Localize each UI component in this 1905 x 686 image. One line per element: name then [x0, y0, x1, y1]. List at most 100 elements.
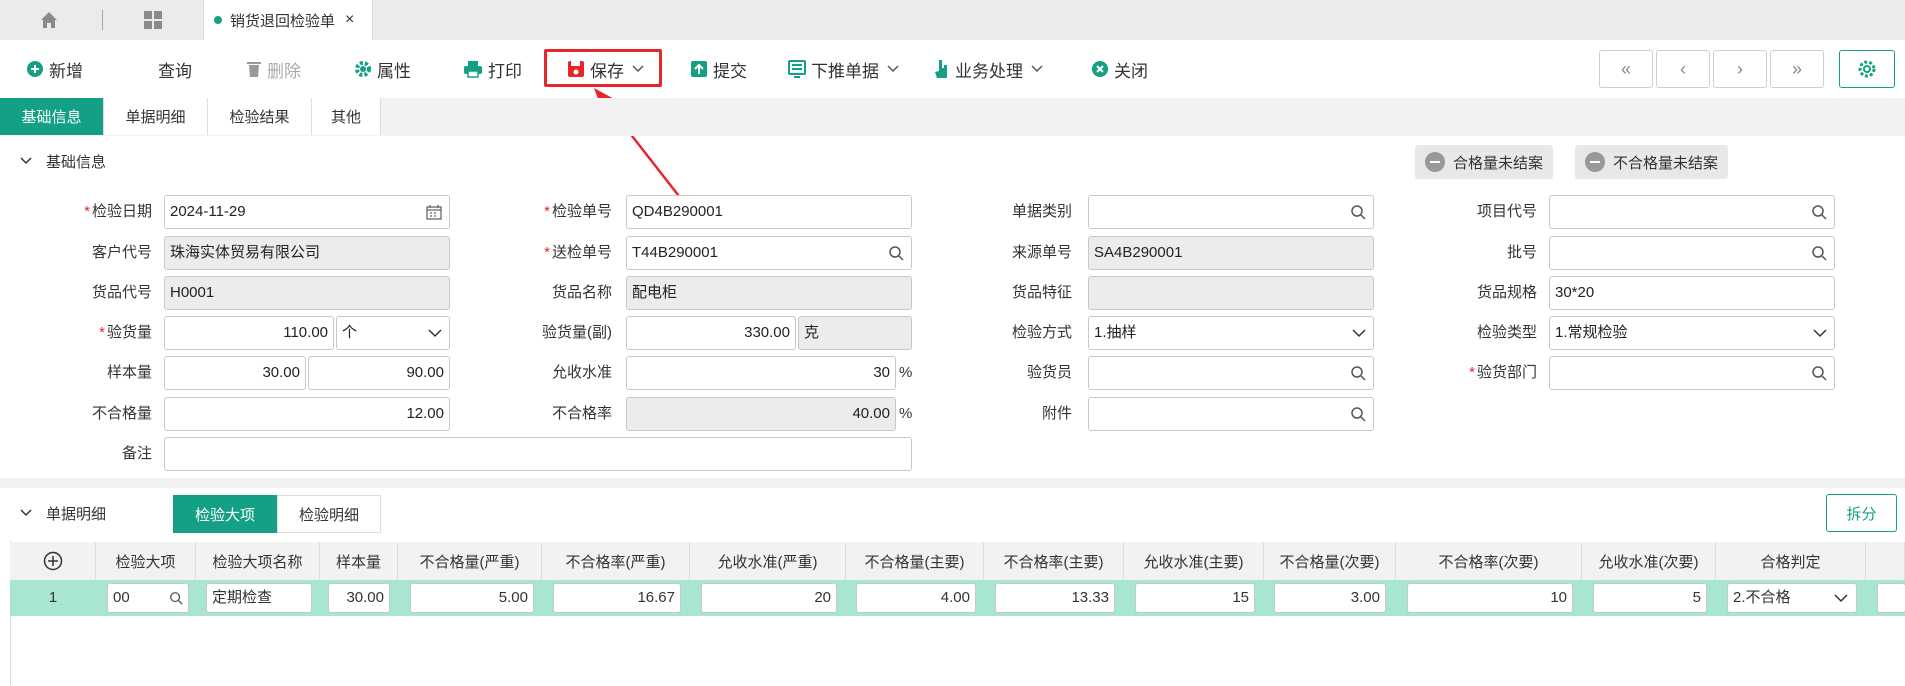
send-no-field[interactable]: T44B290001 — [626, 236, 912, 270]
goods-spec-field[interactable]: 30*20 — [1549, 276, 1835, 310]
goods-code-field: H0001 — [164, 276, 450, 310]
settings-button[interactable] — [1839, 50, 1895, 88]
column-header[interactable]: 允收水准(严重) — [690, 542, 846, 580]
submit-button[interactable]: 提交 — [690, 54, 747, 84]
goods-code-label: 货品代号 — [91, 284, 152, 301]
query-label: 查询 — [158, 61, 192, 81]
gear-icon — [355, 61, 371, 77]
column-header[interactable]: 不合格量(主要) — [846, 542, 984, 580]
qty-unit-select[interactable]: 个 — [336, 316, 450, 350]
column-header[interactable]: 不合格量(次要) — [1264, 542, 1396, 580]
first-page-button[interactable]: « — [1599, 50, 1653, 88]
column-header[interactable]: 允收水准(次要) — [1582, 542, 1716, 580]
tab-document-detail[interactable]: 单据明细 — [104, 98, 208, 135]
save-button[interactable]: 保存 — [567, 54, 649, 84]
method-select[interactable]: 1.抽样 — [1088, 316, 1374, 350]
close-circle-icon — [1092, 61, 1108, 77]
fail-rate-minor-cell[interactable]: 10 — [1407, 583, 1573, 613]
prev-page-icon: ‹ — [1680, 58, 1686, 79]
close-button[interactable]: 关闭 — [1091, 54, 1148, 84]
fail-rate-major-cell[interactable]: 13.33 — [995, 583, 1115, 613]
tab-basic-info[interactable]: 基础信息 — [0, 98, 104, 135]
delete-button[interactable]: 删除 — [246, 54, 301, 84]
qty-sub-field[interactable]: 330.00 — [626, 316, 796, 350]
properties-button[interactable]: 属性 — [354, 54, 411, 84]
goods-feature-label: 货品特征 — [1011, 284, 1072, 301]
aql-severe-cell[interactable]: 20 — [701, 583, 837, 613]
add-row-header[interactable] — [10, 542, 96, 580]
apps-grid-icon[interactable] — [142, 9, 164, 31]
batch-field[interactable] — [1549, 236, 1835, 270]
major-name-cell[interactable]: 定期检查 — [206, 583, 312, 613]
qty-field[interactable]: 110.00 — [164, 316, 334, 350]
calendar-icon — [426, 205, 442, 220]
inspector-field[interactable] — [1088, 356, 1374, 390]
qty-sub-label: 验货量(副) — [542, 324, 612, 341]
column-header[interactable]: 检验大项 — [96, 542, 196, 580]
tab-inspect-major[interactable]: 检验大项 — [173, 495, 277, 533]
sample-label: 样本量 — [106, 364, 152, 381]
chevron-down-icon — [632, 65, 644, 73]
inspect-no-field[interactable]: QD4B290001 — [626, 195, 912, 229]
dept-field[interactable] — [1549, 356, 1835, 390]
inspect-date-field[interactable]: 2024-11-29 — [164, 195, 450, 229]
search-icon — [1812, 246, 1827, 261]
tab-inspect-detail[interactable]: 检验明细 — [277, 495, 381, 533]
tab-other[interactable]: 其他 — [312, 98, 381, 135]
fail-open-label: 不合格量未结案 — [1613, 154, 1719, 172]
tab-inspection-result[interactable]: 检验结果 — [208, 98, 312, 135]
sample-field-2[interactable]: 90.00 — [308, 356, 450, 390]
project-field[interactable] — [1549, 195, 1835, 229]
column-header[interactable]: 允收水准(主要) — [1124, 542, 1264, 580]
prev-page-button[interactable]: ‹ — [1656, 50, 1710, 88]
document-tab[interactable]: 销货退回检验单 × — [203, 0, 373, 40]
batch-label: 批号 — [1506, 244, 1537, 261]
doc-type-field[interactable] — [1088, 195, 1374, 229]
column-header[interactable]: 不合格率(次要) — [1396, 542, 1582, 580]
submit-arrow-icon — [691, 61, 707, 77]
properties-label: 属性 — [377, 61, 411, 81]
print-button[interactable]: 打印 — [463, 54, 522, 84]
inspector-label: 验货员 — [1026, 364, 1072, 381]
split-button[interactable]: 拆分 — [1826, 494, 1897, 532]
extra-cell[interactable] — [1877, 583, 1905, 613]
column-header[interactable]: 不合格量(严重) — [398, 542, 542, 580]
fail-qty-severe-cell[interactable]: 5.00 — [410, 583, 534, 613]
last-page-icon: » — [1791, 58, 1802, 79]
fail-rate-severe-cell[interactable]: 16.67 — [553, 583, 681, 613]
column-header[interactable]: 样本量 — [320, 542, 398, 580]
divider — [102, 10, 103, 30]
type-select[interactable]: 1.常规检验 — [1549, 316, 1835, 350]
business-button[interactable]: 业务处理 — [934, 54, 1048, 84]
aql-label: 允收水准 — [551, 364, 612, 381]
search-icon — [889, 246, 904, 261]
sample-field-1[interactable]: 30.00 — [164, 356, 306, 390]
push-down-button[interactable]: 下推单据 — [788, 54, 904, 84]
column-header[interactable]: 合格判定 — [1716, 542, 1866, 580]
query-button[interactable]: 查询 — [158, 54, 192, 84]
fail-qty-major-cell[interactable]: 4.00 — [856, 583, 976, 613]
fail-qty-field[interactable]: 12.00 — [164, 397, 450, 431]
aql-major-cell[interactable]: 15 — [1135, 583, 1255, 613]
aql-minor-cell[interactable]: 5 — [1593, 583, 1707, 613]
attach-field[interactable] — [1088, 397, 1374, 431]
remark-field[interactable] — [164, 437, 912, 471]
fail-qty-minor-cell[interactable]: 3.00 — [1274, 583, 1386, 613]
column-header[interactable]: 检验大项名称 — [196, 542, 320, 580]
next-page-icon: › — [1737, 58, 1743, 79]
detail-title: 单据明细 — [46, 505, 107, 523]
last-page-button[interactable]: » — [1770, 50, 1824, 88]
fail-rate-unit: % — [899, 405, 913, 422]
column-header[interactable]: 不合格率(严重) — [542, 542, 690, 580]
close-tab-icon[interactable]: × — [345, 11, 354, 29]
next-page-button[interactable]: › — [1713, 50, 1767, 88]
home-icon[interactable] — [38, 9, 60, 31]
sample-cell[interactable]: 30.00 — [328, 583, 390, 613]
judge-select[interactable]: 2.不合格 — [1727, 583, 1857, 613]
column-header[interactable]: 不合格率(主要) — [984, 542, 1124, 580]
major-cell[interactable]: 00 — [107, 583, 189, 613]
remark-label: 备注 — [121, 445, 152, 462]
section-divider — [0, 478, 1905, 488]
new-button[interactable]: 新增 — [26, 54, 83, 84]
aql-field[interactable]: 30 — [626, 356, 896, 390]
